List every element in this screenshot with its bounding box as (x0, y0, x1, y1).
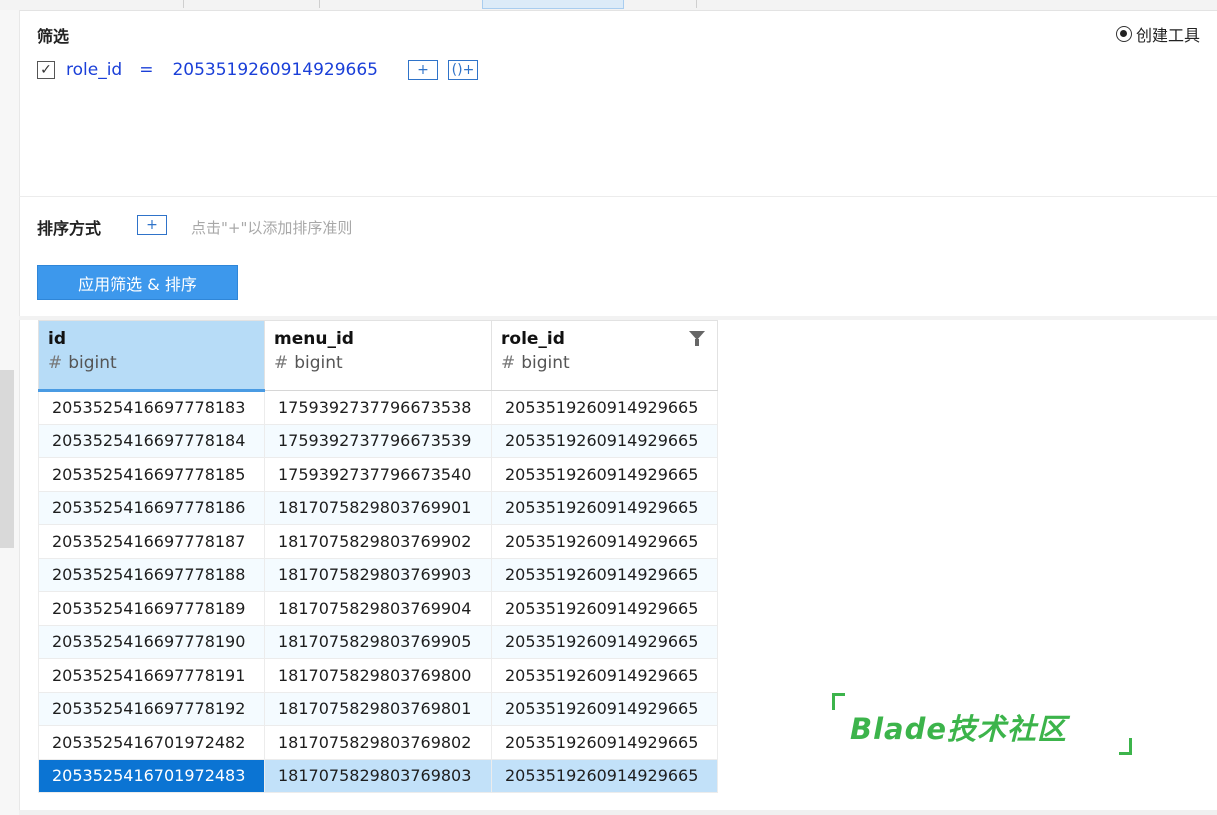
table-cell[interactable]: 2053525416697778188 (38, 557, 265, 592)
table-cell[interactable]: 2053519260914929665 (491, 591, 718, 626)
table-cell[interactable]: 1817075829803769901 (264, 490, 492, 525)
table-cell[interactable]: 2053519260914929665 (491, 524, 718, 559)
radio-icon[interactable] (1116, 26, 1132, 42)
column-type: # bigint (48, 353, 264, 373)
table-row[interactable]: 2053525416697778190 1817075829803769905 20… (38, 624, 718, 659)
filter-value[interactable]: 2053519260914929665 (172, 60, 378, 80)
number-type-icon: # (48, 353, 63, 373)
column-type: # bigint (274, 353, 491, 373)
table-row[interactable]: 2053525416697778188 1817075829803769903 20… (38, 557, 718, 592)
filter-enabled-checkbox[interactable]: ✓ (37, 61, 55, 79)
table-cell[interactable]: 1817075829803769902 (264, 524, 492, 559)
table-cell[interactable]: 2053519260914929665 (491, 658, 718, 693)
table-cell[interactable]: 2053519260914929665 (491, 691, 718, 726)
toolbar-strip (0, 0, 1217, 11)
toolbar-separator (319, 0, 320, 8)
grid-bottom-band (19, 810, 1217, 815)
table-cell[interactable]: 2053519260914929665 (491, 423, 718, 458)
table-cell[interactable]: 2053519260914929665 (491, 457, 718, 492)
grid-header-row: id # bigint menu_id # bigint role_id # bigi… (38, 320, 718, 392)
table-cell[interactable]: 1817075829803769903 (264, 557, 492, 592)
add-sort-button[interactable]: + (137, 215, 167, 235)
watermark-corner (832, 693, 845, 710)
watermark-corner (1119, 738, 1132, 755)
section-divider (19, 196, 1217, 197)
sort-hint: 点击"+"以添加排序准则 (191, 219, 353, 237)
column-header-role-id[interactable]: role_id # bigint (491, 320, 718, 391)
table-row[interactable]: 2053525416697778185 1759392737796673540 20… (38, 457, 718, 492)
column-type-label: bigint (294, 353, 343, 373)
table-cell[interactable]: 2053525416697778189 (38, 591, 265, 626)
table-cell[interactable]: 2053525416697778190 (38, 624, 265, 659)
table-row[interactable]: 2053525416697778184 1759392737796673539 20… (38, 423, 718, 458)
sort-add-wrapper: + (137, 215, 177, 235)
table-row[interactable]: 2053525416697778183 1759392737796673538 20… (38, 390, 718, 425)
table-cell[interactable]: 1817075829803769803 (264, 758, 492, 793)
sort-title: 排序方式 (37, 219, 102, 238)
column-type-label: bigint (521, 353, 570, 373)
table-row[interactable]: 2053525416697778191 1817075829803769800 20… (38, 658, 718, 693)
filter-condition-row: ✓ role_id = 2053519260914929665 + ()+ (37, 60, 488, 80)
column-type: # bigint (501, 353, 717, 373)
table-cell[interactable]: 2053525416701972483 (38, 758, 265, 793)
add-group-button[interactable]: ()+ (447, 60, 478, 80)
table-cell[interactable]: 2053525416701972482 (38, 725, 265, 760)
create-tool-option[interactable]: 创建工具 (1116, 22, 1200, 46)
apply-filter-sort-button[interactable]: 应用筛选 & 排序 (37, 265, 238, 300)
table-row[interactable]: 2053525416697778187 1817075829803769902 20… (38, 524, 718, 559)
add-condition-button[interactable]: + (407, 60, 438, 80)
grid-body: 2053525416697778183 1759392737796673538 20… (38, 390, 718, 793)
table-row[interactable]: 2053525416701972483 1817075829803769803 20… (38, 758, 718, 793)
table-cell[interactable]: 2053525416697778184 (38, 423, 265, 458)
filter-field[interactable]: role_id (66, 60, 122, 80)
filter-title: 筛选 (37, 27, 70, 46)
table-row[interactable]: 2053525416697778192 1817075829803769801 20… (38, 691, 718, 726)
table-cell[interactable]: 2053519260914929665 (491, 624, 718, 659)
table-cell[interactable]: 2053519260914929665 (491, 725, 718, 760)
table-cell[interactable]: 2053525416697778191 (38, 658, 265, 693)
column-name: menu_id (274, 329, 354, 349)
table-cell[interactable]: 2053519260914929665 (491, 557, 718, 592)
table-cell[interactable]: 1817075829803769802 (264, 725, 492, 760)
create-tool-label: 创建工具 (1136, 26, 1201, 45)
watermark: Blade技术社区 (832, 693, 1132, 755)
table-cell[interactable]: 2053525416697778192 (38, 691, 265, 726)
table-cell[interactable]: 2053525416697778186 (38, 490, 265, 525)
table-cell[interactable]: 1817075829803769801 (264, 691, 492, 726)
column-name: role_id (501, 329, 565, 349)
table-cell[interactable]: 2053525416697778187 (38, 524, 265, 559)
toolbar-separator (696, 0, 697, 8)
table-cell[interactable]: 1817075829803769800 (264, 658, 492, 693)
column-header-id[interactable]: id # bigint (38, 320, 265, 392)
toolbar-separator (183, 0, 184, 8)
table-row[interactable]: 2053525416697778189 1817075829803769904 20… (38, 591, 718, 626)
watermark-text: Blade技术社区 (850, 712, 1068, 746)
column-name: id (48, 329, 66, 349)
table-cell[interactable]: 1817075829803769904 (264, 591, 492, 626)
table-cell[interactable]: 1759392737796673539 (264, 423, 492, 458)
table-cell[interactable]: 1759392737796673540 (264, 457, 492, 492)
table-cell[interactable]: 1759392737796673538 (264, 390, 492, 425)
column-type-label: bigint (68, 353, 117, 373)
filter-operator[interactable]: = (139, 60, 153, 80)
table-cell[interactable]: 2053525416697778183 (38, 390, 265, 425)
toolbar-tab-active[interactable] (482, 0, 624, 9)
vertical-scrollbar-thumb[interactable] (0, 370, 14, 548)
table-cell[interactable]: 2053525416697778185 (38, 457, 265, 492)
table-cell[interactable]: 2053519260914929665 (491, 390, 718, 425)
number-type-icon: # (501, 353, 516, 373)
table-row[interactable]: 2053525416697778186 1817075829803769901 20… (38, 490, 718, 525)
number-type-icon: # (274, 353, 289, 373)
table-cell[interactable]: 2053519260914929665 (491, 490, 718, 525)
filter-funnel-icon[interactable] (689, 331, 705, 346)
table-cell[interactable]: 2053519260914929665 (491, 758, 718, 793)
table-cell[interactable]: 1817075829803769905 (264, 624, 492, 659)
table-row[interactable]: 2053525416701972482 1817075829803769802 20… (38, 725, 718, 760)
data-grid: id # bigint menu_id # bigint role_id # bigi… (38, 320, 718, 793)
column-header-menu-id[interactable]: menu_id # bigint (264, 320, 492, 391)
